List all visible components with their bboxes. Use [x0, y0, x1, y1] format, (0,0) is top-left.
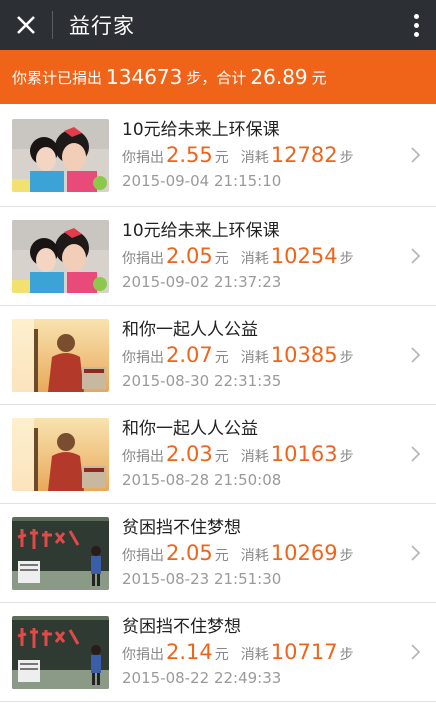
project-thumbnail: [12, 219, 109, 293]
yuan-unit: 元: [214, 449, 229, 465]
donation-stats: 你捐出2.05 元消耗10269 步: [122, 540, 436, 569]
chevron-right-icon: [411, 347, 421, 363]
top-bar: 益行家: [0, 0, 436, 50]
donation-list-item[interactable]: 贫困挡不住梦想 你捐出2.14 元消耗10717 步 2015-08-22 22:49:…: [0, 603, 436, 702]
header-divider: [52, 11, 53, 39]
donation-list-item[interactable]: 贫困挡不住梦想 你捐出2.05 元消耗10269 步 2015-08-23 21:51:…: [0, 504, 436, 603]
consumed-steps: 12782: [270, 143, 338, 167]
donated-amount: 2.05: [166, 541, 213, 565]
donated-label: 你捐出: [122, 350, 164, 366]
donated-label: 你捐出: [122, 449, 164, 465]
project-title: 和你一起人人公益: [122, 419, 258, 439]
donated-amount: 2.05: [166, 244, 213, 268]
donation-date: 2015-08-22 22:49:33: [122, 669, 282, 687]
chevron-right-icon: [411, 545, 421, 561]
donation-list-item[interactable]: 10元给未来上环保课 你捐出2.05 元消耗10254 步 2015-09-02 21:…: [0, 207, 436, 306]
project-thumbnail: [12, 118, 109, 192]
donation-list: 10元给未来上环保课 你捐出2.55 元消耗12782 步 2015-09-04 21:…: [0, 104, 436, 702]
steps-unit: 步: [339, 449, 354, 465]
consumed-label: 消耗: [240, 150, 269, 166]
consumed-label: 消耗: [240, 647, 269, 663]
donation-date: 2015-08-23 21:51:30: [122, 570, 282, 588]
donation-list-item[interactable]: 和你一起人人公益 你捐出2.07 元消耗10385 步 2015-08-30 22:31…: [0, 306, 436, 405]
consumed-label: 消耗: [240, 449, 269, 465]
donated-amount: 2.07: [166, 343, 213, 367]
donation-info: 10元给未来上环保课 你捐出2.05 元消耗10254 步 2015-09-02 21:…: [122, 220, 436, 292]
steps-unit: 步: [339, 251, 354, 267]
donation-info: 贫困挡不住梦想 你捐出2.14 元消耗10717 步 2015-08-22 22:49:…: [122, 616, 436, 688]
steps-unit: 步: [339, 350, 354, 366]
consumed-label: 消耗: [240, 548, 269, 564]
yuan-unit: 元: [214, 350, 229, 366]
project-title: 10元给未来上环保课: [122, 221, 280, 241]
summary-amount: 26.89: [250, 65, 308, 89]
page-title: 益行家: [69, 14, 135, 38]
chevron-right-icon: [411, 147, 421, 163]
blackboard-photo-thumbnail: [12, 615, 109, 689]
donated-amount: 2.55: [166, 143, 213, 167]
donation-date: 2015-08-28 21:50:08: [122, 471, 282, 489]
donation-stats: 你捐出2.07 元消耗10385 步: [122, 342, 436, 371]
donation-stats: 你捐出2.55 元消耗12782 步: [122, 142, 436, 171]
donation-list-item[interactable]: 和你一起人人公益 你捐出2.03 元消耗10163 步 2015-08-28 21:50…: [0, 405, 436, 504]
donated-label: 你捐出: [122, 251, 164, 267]
children-photo-thumbnail: [12, 118, 109, 192]
more-vertical-icon: [413, 13, 419, 37]
donation-date: 2015-09-02 21:37:23: [122, 273, 282, 291]
donation-list-item[interactable]: 10元给未来上环保课 你捐出2.55 元消耗12782 步 2015-09-04 21:…: [0, 104, 436, 207]
donation-info: 和你一起人人公益 你捐出2.07 元消耗10385 步 2015-08-30 22:31…: [122, 319, 436, 391]
steps-unit: 步: [339, 647, 354, 663]
consumed-steps: 10269: [270, 541, 338, 565]
donation-stats: 你捐出2.03 元消耗10163 步: [122, 441, 436, 470]
more-menu-button[interactable]: [396, 0, 436, 50]
close-icon: [17, 16, 35, 34]
project-title: 贫困挡不住梦想: [122, 518, 241, 538]
chevron-right-icon: [411, 644, 421, 660]
yuan-unit: 元: [214, 150, 229, 166]
sunset-person-photo-thumbnail: [12, 318, 109, 392]
donated-label: 你捐出: [122, 647, 164, 663]
project-title: 10元给未来上环保课: [122, 120, 280, 140]
yuan-unit: 元: [214, 548, 229, 564]
donation-info: 10元给未来上环保课 你捐出2.55 元消耗12782 步 2015-09-04 21:…: [122, 119, 436, 191]
sunset-person-photo-thumbnail: [12, 417, 109, 491]
consumed-steps: 10254: [270, 244, 338, 268]
donated-label: 你捐出: [122, 150, 164, 166]
project-title: 贫困挡不住梦想: [122, 617, 241, 637]
summary-steps-unit: 步，合计: [186, 68, 247, 87]
blackboard-photo-thumbnail: [12, 516, 109, 590]
donation-date: 2015-08-30 22:31:35: [122, 372, 282, 390]
yuan-unit: 元: [214, 251, 229, 267]
chevron-right-icon: [411, 248, 421, 264]
consumed-label: 消耗: [240, 251, 269, 267]
close-button[interactable]: [0, 0, 52, 50]
donation-info: 贫困挡不住梦想 你捐出2.05 元消耗10269 步 2015-08-23 21:51:…: [122, 517, 436, 589]
steps-unit: 步: [339, 548, 354, 564]
steps-unit: 步: [339, 150, 354, 166]
chevron-right-icon: [411, 446, 421, 462]
donation-date: 2015-09-04 21:15:10: [122, 172, 282, 190]
donated-amount: 2.14: [166, 640, 213, 664]
consumed-steps: 10385: [270, 343, 338, 367]
project-thumbnail: [12, 615, 109, 689]
summary-amount-unit: 元: [311, 68, 327, 87]
consumed-label: 消耗: [240, 350, 269, 366]
project-thumbnail: [12, 318, 109, 392]
donation-stats: 你捐出2.05 元消耗10254 步: [122, 243, 436, 272]
donated-amount: 2.03: [166, 442, 213, 466]
consumed-steps: 10717: [270, 640, 338, 664]
donation-summary: 你累计已捐出 134673 步，合计 26.89 元: [0, 50, 436, 104]
yuan-unit: 元: [214, 647, 229, 663]
project-thumbnail: [12, 417, 109, 491]
children-photo-thumbnail: [12, 219, 109, 293]
donation-stats: 你捐出2.14 元消耗10717 步: [122, 639, 436, 668]
project-title: 和你一起人人公益: [122, 320, 258, 340]
donated-label: 你捐出: [122, 548, 164, 564]
project-thumbnail: [12, 516, 109, 590]
consumed-steps: 10163: [270, 442, 338, 466]
summary-steps: 134673: [106, 65, 183, 89]
donation-info: 和你一起人人公益 你捐出2.03 元消耗10163 步 2015-08-28 21:50…: [122, 418, 436, 490]
summary-prefix: 你累计已捐出: [12, 68, 103, 87]
